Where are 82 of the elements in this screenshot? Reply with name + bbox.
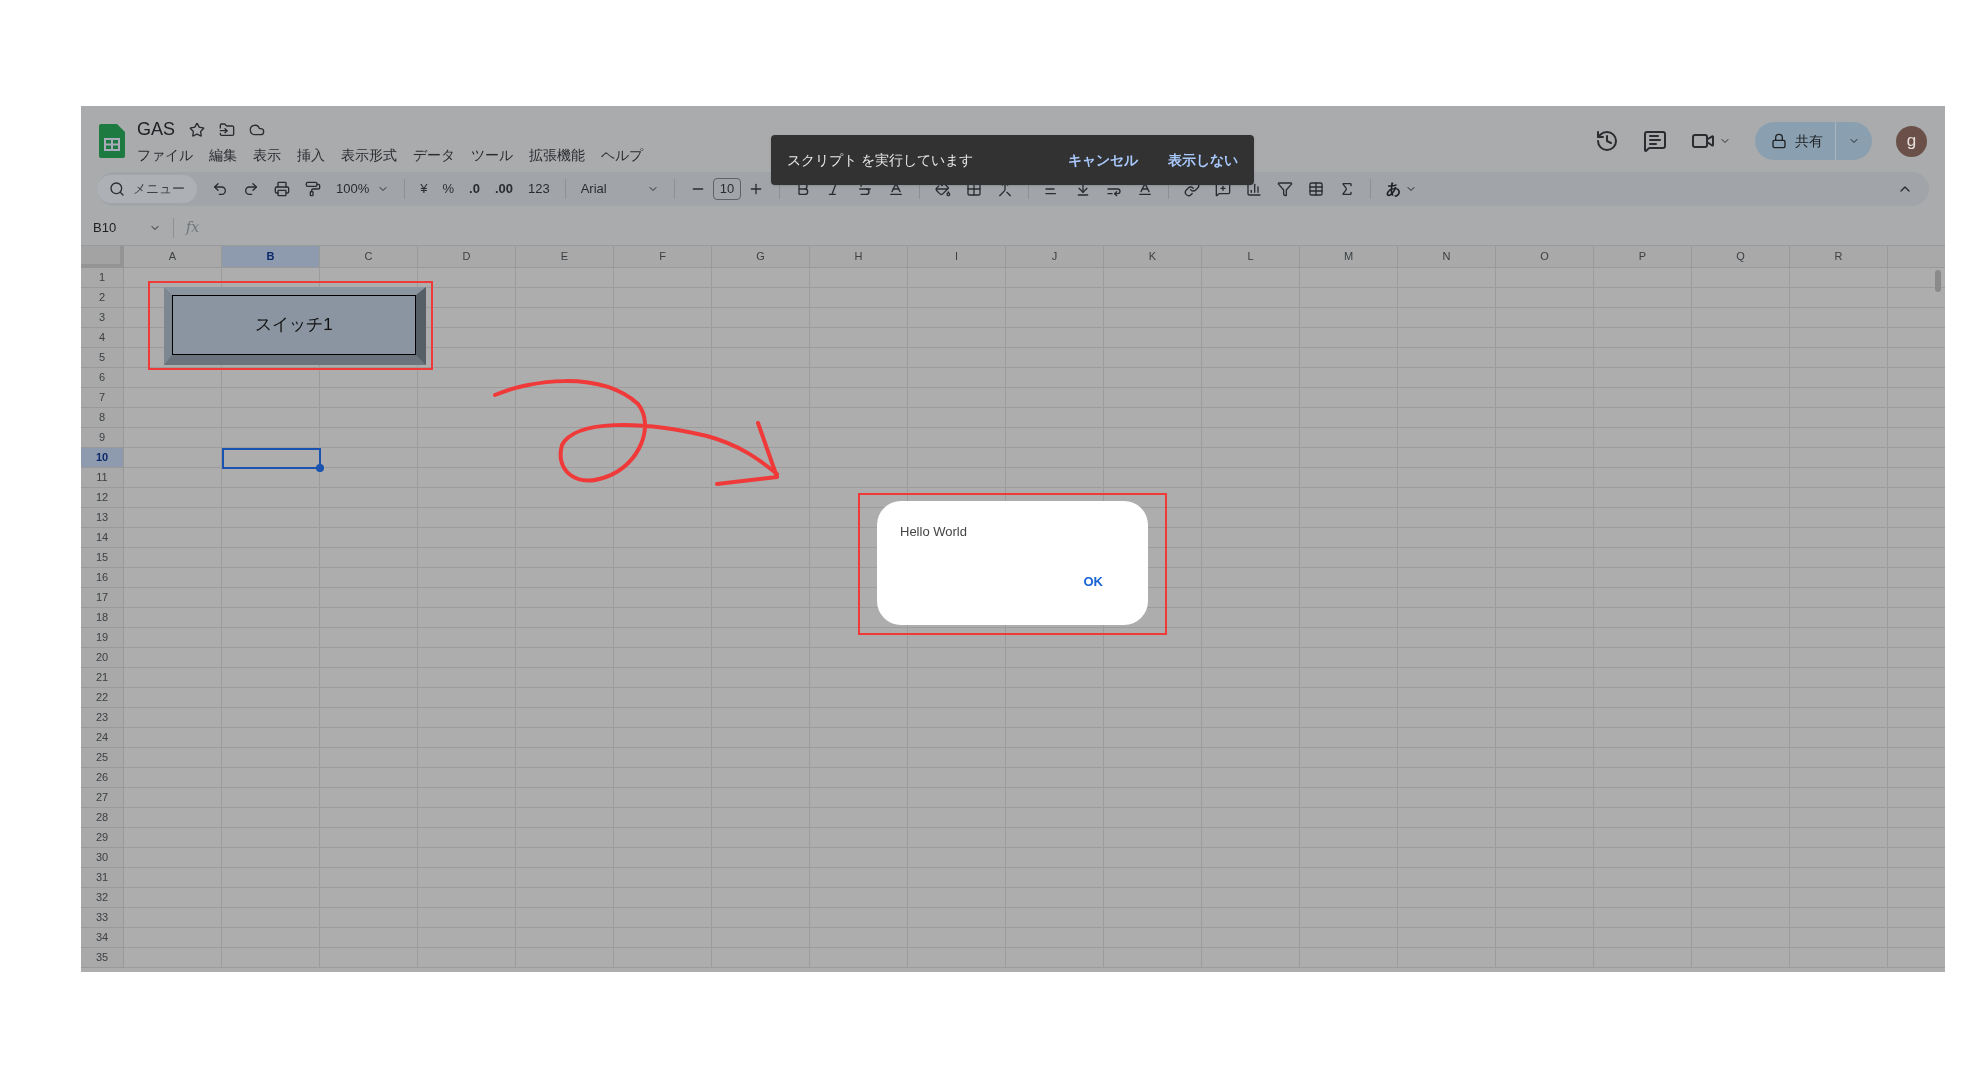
row-header[interactable]: 15 [81, 548, 124, 568]
row-header[interactable]: 27 [81, 788, 124, 808]
formula-label: fx [186, 218, 200, 237]
increase-decimal[interactable]: .00 [494, 179, 513, 199]
row-header[interactable]: 18 [81, 608, 124, 628]
menu-item[interactable]: 編集 [209, 145, 237, 166]
font-dropdown[interactable]: Arial [580, 179, 659, 199]
drawing-button[interactable]: スイッチ1 [164, 287, 426, 365]
row-header[interactable]: 23 [81, 708, 124, 728]
row-header[interactable]: 10 [81, 448, 124, 468]
row-header[interactable]: 9 [81, 428, 124, 448]
row-header[interactable]: 7 [81, 388, 124, 408]
menu-item[interactable]: 拡張機能 [529, 145, 585, 166]
toast-action[interactable]: 表示しない [1168, 149, 1238, 171]
undo-icon[interactable] [212, 181, 228, 197]
row-header[interactable]: 1 [81, 268, 124, 288]
row-header[interactable]: 11 [81, 468, 124, 488]
row-header[interactable]: 3 [81, 308, 124, 328]
row-header[interactable]: 4 [81, 328, 124, 348]
paint-format-icon[interactable] [305, 181, 321, 197]
menu-item[interactable]: ヘルプ [601, 145, 643, 166]
row-header[interactable]: 12 [81, 488, 124, 508]
share-button[interactable]: 共有 [1755, 122, 1872, 160]
filter-icon[interactable] [1277, 181, 1294, 197]
row-header[interactable]: 22 [81, 688, 124, 708]
number-format[interactable]: 123 [527, 179, 550, 199]
ok-button[interactable]: OK [1083, 571, 1103, 591]
move-folder-icon[interactable] [219, 121, 235, 138]
row-header[interactable]: 25 [81, 748, 124, 768]
dialog-message: Hello World [900, 523, 968, 541]
chart-icon[interactable] [1246, 181, 1263, 197]
percent-format[interactable]: % [442, 179, 455, 199]
table-icon[interactable] [1308, 181, 1325, 197]
history-icon[interactable] [1595, 129, 1619, 153]
row-header[interactable]: 31 [81, 868, 124, 888]
document-title[interactable]: GAS [137, 116, 175, 143]
menu-item[interactable]: 挿入 [297, 145, 325, 166]
redo-icon[interactable] [243, 181, 259, 197]
cell-grid[interactable] [124, 268, 1945, 968]
menu-item[interactable]: データ [413, 145, 455, 166]
row-header[interactable]: 5 [81, 348, 124, 368]
row-header[interactable]: 19 [81, 628, 124, 648]
menu-item[interactable]: ツール [471, 145, 513, 166]
row-header[interactable]: 32 [81, 888, 124, 908]
menu-item[interactable]: ファイル [137, 145, 193, 166]
menu-item[interactable]: 表示形式 [341, 145, 397, 166]
row-header[interactable]: 17 [81, 588, 124, 608]
name-box[interactable]: B10 [93, 217, 161, 238]
column-header[interactable]: B [222, 246, 320, 268]
zoom-dropdown[interactable]: 100% [336, 179, 390, 199]
row-header[interactable]: 29 [81, 828, 124, 848]
font-size-field[interactable]: 10 [712, 178, 742, 200]
row-header[interactable]: 26 [81, 768, 124, 788]
row-header[interactable]: 6 [81, 368, 124, 388]
row-header[interactable]: 16 [81, 568, 124, 588]
row-header[interactable]: 30 [81, 848, 124, 868]
lock-icon [1771, 133, 1787, 149]
avatar[interactable]: g [1896, 125, 1927, 157]
toast-message: スクリプト を実行しています [787, 150, 973, 170]
row-header[interactable]: 20 [81, 648, 124, 668]
decrease-decimal[interactable]: .0 [469, 179, 480, 199]
menu-search-field[interactable]: メニュー [97, 175, 197, 203]
scrollbar-thumb[interactable] [1935, 270, 1941, 292]
row-header[interactable]: 14 [81, 528, 124, 548]
row-header[interactable]: 33 [81, 908, 124, 928]
row-header[interactable]: 8 [81, 408, 124, 428]
currency-format[interactable]: ¥ [420, 179, 428, 199]
menu-item[interactable]: 表示 [253, 145, 281, 166]
row-header[interactable]: 28 [81, 808, 124, 828]
row-header[interactable]: 13 [81, 508, 124, 528]
active-cell[interactable] [222, 448, 321, 469]
comments-icon[interactable] [1643, 129, 1667, 153]
row-header[interactable]: 21 [81, 668, 124, 688]
row-header[interactable]: 24 [81, 728, 124, 748]
input-tools-dropdown[interactable]: あ [1386, 177, 1418, 201]
star-icon[interactable] [189, 121, 205, 138]
toast-action[interactable]: キャンセル [1068, 149, 1138, 171]
row-header[interactable]: 34 [81, 928, 124, 948]
row-header[interactable]: 2 [81, 288, 124, 308]
search-icon [109, 181, 125, 197]
print-icon[interactable] [274, 181, 290, 197]
row-header[interactable]: 35 [81, 948, 124, 968]
